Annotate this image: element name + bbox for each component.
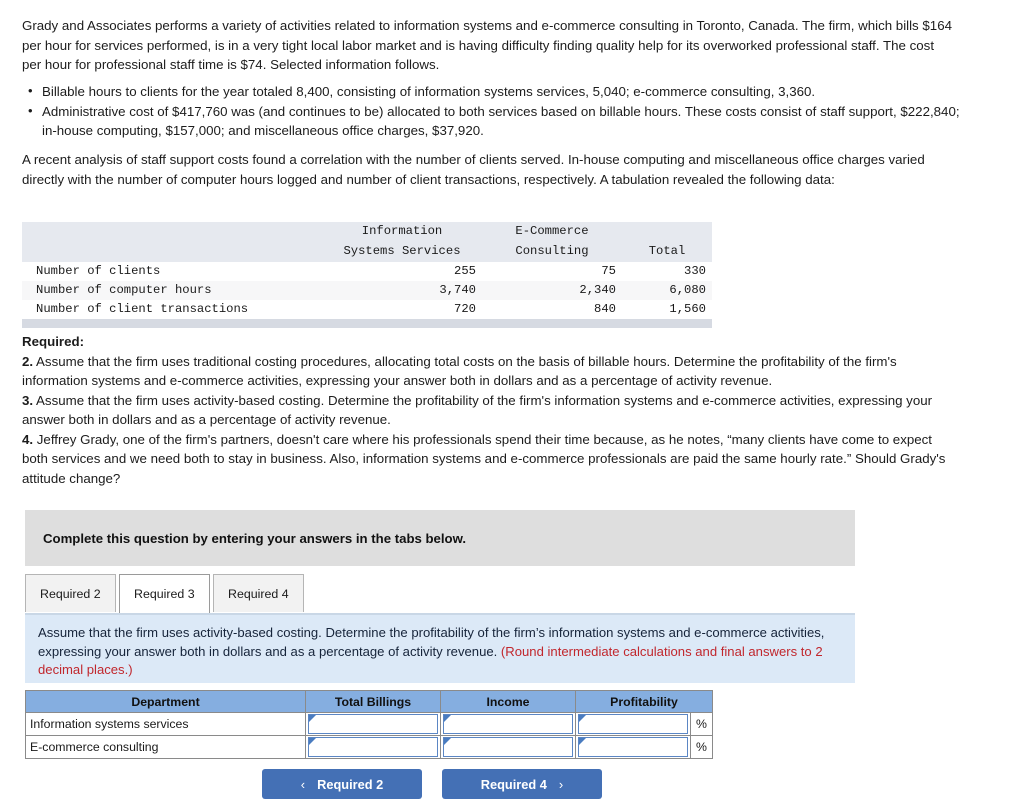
- row-value-systems: 255: [454, 264, 476, 278]
- column-header-total-billings: Total Billings: [305, 690, 441, 713]
- tab-required-4-label: Required 4: [228, 586, 289, 601]
- row-label-ecommerce-consulting: E-commerce consulting: [25, 735, 306, 759]
- tab-required-2-label: Required 2: [40, 586, 101, 601]
- row-value-ecommerce: 75: [601, 264, 616, 278]
- row-value-total: 330: [684, 264, 706, 278]
- analysis-paragraph: A recent analysis of staff support costs…: [22, 152, 925, 187]
- exercise-page: Grady and Associates performs a variety …: [0, 0, 1024, 812]
- row-value-total: 1,560: [669, 302, 706, 316]
- column-header-profitability: Profitability: [575, 690, 713, 713]
- profitability-ecommerce-input[interactable]: [578, 737, 688, 757]
- table-row: Number of computer hours 3,740 2,340 6,0…: [22, 281, 712, 300]
- input-cell-income-ecommerce[interactable]: [440, 735, 576, 759]
- chevron-right-icon: ›: [558, 776, 564, 792]
- table-header-blank: [22, 222, 322, 242]
- tab-navigation: ‹ Required 2 Required 4 ›: [262, 769, 602, 799]
- tab-required-3[interactable]: Required 3: [119, 574, 210, 613]
- required-item-3-number: 3.: [22, 392, 34, 408]
- total-billings-ecommerce-input[interactable]: [308, 737, 438, 757]
- profitability-systems-input[interactable]: [578, 714, 688, 734]
- list-item: Administrative cost of $417,760 was (and…: [28, 101, 962, 141]
- required-heading: Required:: [22, 334, 85, 349]
- table-footer-bar: [22, 319, 712, 328]
- required-item-3: 3. Assume that the firm uses activity-ba…: [22, 391, 952, 430]
- row-label-information-systems: Information systems services: [25, 712, 306, 736]
- required-item-4: 4. Jeffrey Grady, one of the firm's part…: [22, 430, 952, 489]
- table-header-systems-line1: Information: [322, 222, 482, 242]
- row-label: Number of clients: [36, 264, 161, 278]
- instruction-banner: Complete this question by entering your …: [25, 510, 855, 566]
- percent-symbol-ecommerce: %: [690, 735, 713, 759]
- row-label: Number of client transactions: [36, 302, 249, 316]
- row-value-ecommerce: 840: [594, 302, 616, 316]
- tab-required-3-label: Required 3: [134, 587, 195, 601]
- answer-table: Department Total Billings Income Profita…: [25, 690, 713, 759]
- input-cell-profitability-systems[interactable]: [575, 712, 691, 736]
- table-header-ecommerce-line2: Consulting: [482, 242, 622, 262]
- table-row: Number of client transactions 720 840 1,…: [22, 300, 712, 319]
- required-item-2-text: Assume that the firm uses traditional co…: [22, 353, 897, 389]
- tab-bar: Required 2 Required 3 Required 4: [25, 574, 855, 614]
- required-section: Required: 2. Assume that the firm uses t…: [22, 332, 952, 488]
- percent-symbol-systems: %: [690, 712, 713, 736]
- required-item-4-number: 4.: [22, 431, 34, 447]
- row-value-systems: 3,740: [322, 281, 482, 300]
- instruction-banner-text: Complete this question by entering your …: [43, 530, 467, 546]
- row-value-total: 6,080: [622, 281, 712, 300]
- tab-required-4[interactable]: Required 4: [213, 574, 304, 612]
- prev-required-2-button[interactable]: ‹ Required 2: [262, 769, 422, 799]
- required-item-4-text: Jeffrey Grady, one of the firm's partner…: [22, 431, 946, 486]
- table-header-ecommerce-line1: E-Commerce: [482, 222, 622, 242]
- table-row: Number of clients 255 75 330: [22, 262, 712, 281]
- input-cell-income-systems[interactable]: [440, 712, 576, 736]
- next-required-4-button[interactable]: Required 4 ›: [442, 769, 602, 799]
- next-required-4-label: Required 4: [480, 776, 547, 792]
- intro-paragraph: Grady and Associates performs a variety …: [22, 18, 952, 72]
- tab-required-2[interactable]: Required 2: [25, 574, 116, 612]
- income-ecommerce-input[interactable]: [443, 737, 573, 757]
- table-header-blank-2: [22, 242, 322, 262]
- list-item: Billable hours to clients for the year t…: [28, 81, 962, 102]
- facts-bullet-list: Billable hours to clients for the year t…: [22, 81, 962, 141]
- table-row: Information systems services %: [25, 712, 713, 736]
- column-header-department: Department: [25, 690, 306, 713]
- required-item-2-number: 2.: [22, 353, 34, 369]
- cost-driver-table: Information E-Commerce Systems Services …: [22, 222, 712, 328]
- input-cell-total-billings-ecommerce[interactable]: [305, 735, 441, 759]
- question-prompt-panel: Assume that the firm uses activity-based…: [25, 615, 855, 683]
- income-systems-input[interactable]: [443, 714, 573, 734]
- chevron-left-icon: ‹: [300, 776, 306, 792]
- input-cell-profitability-ecommerce[interactable]: [575, 735, 691, 759]
- table-header-total-line1: [622, 222, 712, 242]
- prev-required-2-label: Required 2: [317, 776, 384, 792]
- table-header-systems-line2: Systems Services: [322, 242, 482, 262]
- required-item-3-text: Assume that the firm uses activity-based…: [22, 392, 933, 428]
- answer-table-header-row: Department Total Billings Income Profita…: [25, 690, 713, 713]
- table-header-total-line2: Total: [622, 242, 712, 262]
- row-value-ecommerce: 2,340: [482, 281, 622, 300]
- total-billings-systems-input[interactable]: [308, 714, 438, 734]
- required-item-2: 2. Assume that the firm uses traditional…: [22, 352, 952, 391]
- row-value-systems: 720: [454, 302, 476, 316]
- table-row: E-commerce consulting %: [25, 735, 713, 759]
- input-cell-total-billings-systems[interactable]: [305, 712, 441, 736]
- column-header-income: Income: [440, 690, 576, 713]
- row-label: Number of computer hours: [22, 281, 322, 300]
